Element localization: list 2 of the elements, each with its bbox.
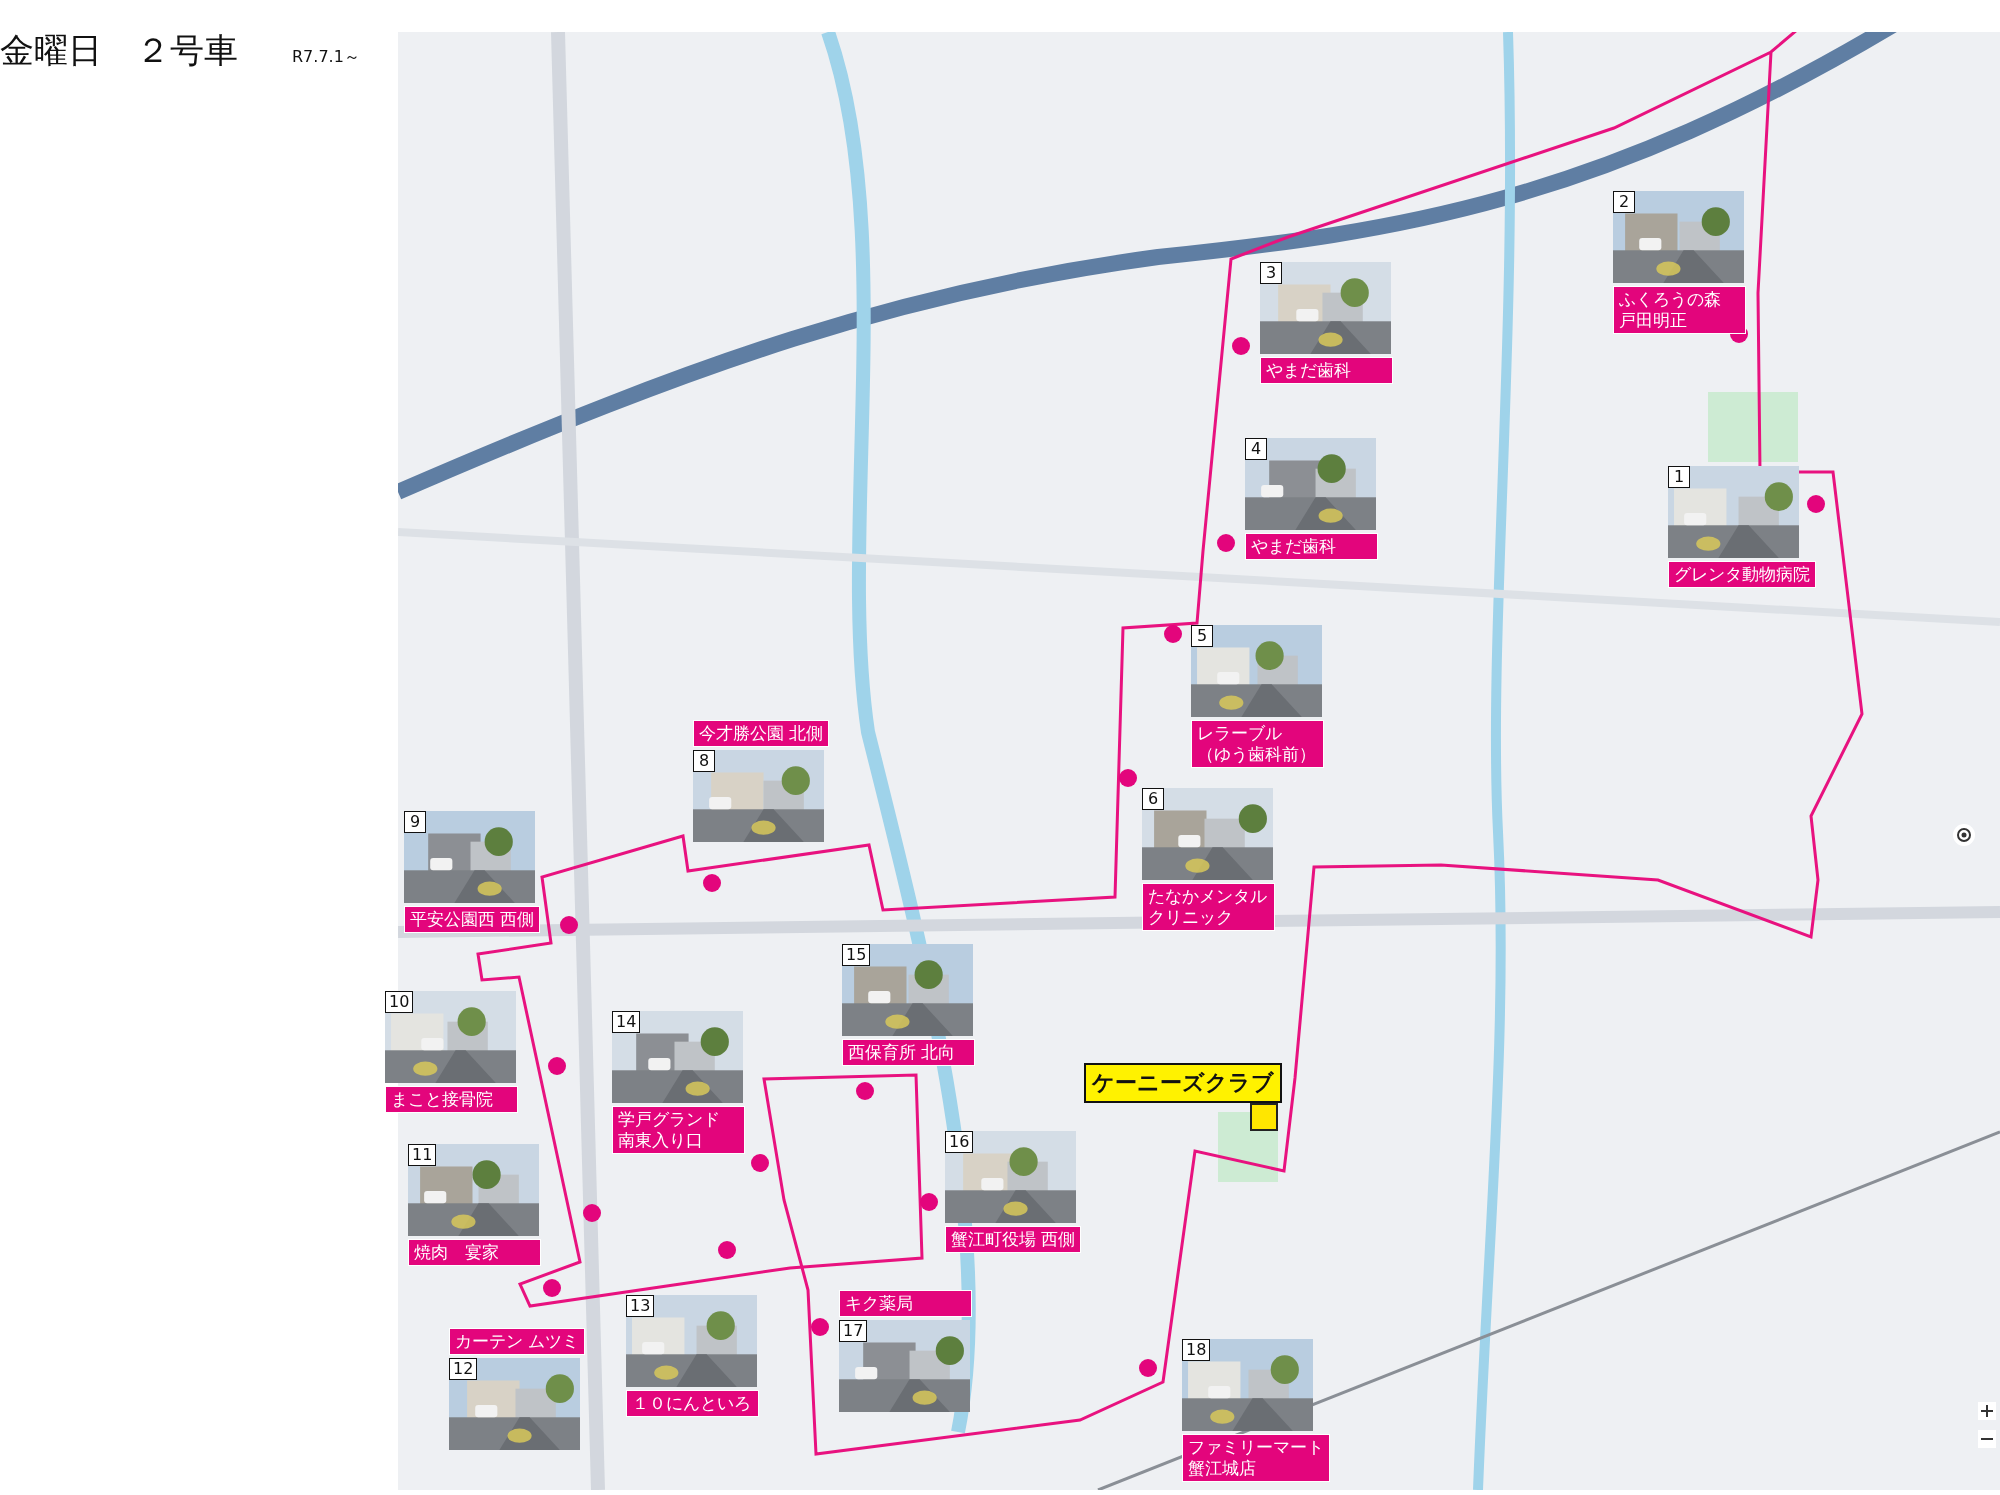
page-title: 金曜日 ２号車 [0,29,238,72]
date-label: R7.7.1～ [292,47,360,68]
